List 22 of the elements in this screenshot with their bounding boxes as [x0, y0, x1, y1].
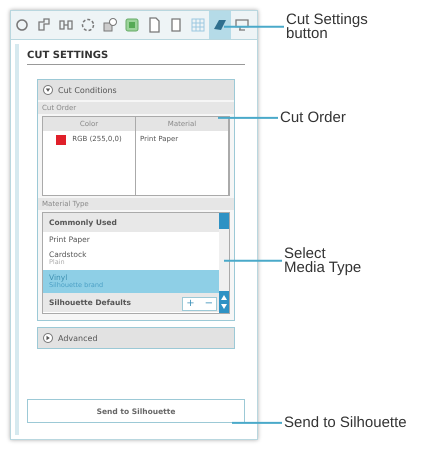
section-title: Advanced	[58, 334, 98, 342]
callout-label: Send to Silhouette	[283, 416, 407, 430]
leader-line	[218, 117, 278, 119]
filled-square-icon	[123, 16, 141, 34]
callout-label: Select Media Type	[283, 246, 362, 276]
collapse-icon[interactable]	[43, 85, 53, 95]
callout-label: Cut Order	[279, 110, 346, 126]
shapes-icon	[101, 16, 119, 34]
cut-settings-button[interactable]	[209, 11, 231, 39]
scrollbar[interactable]	[219, 213, 229, 291]
panel-title: CUT SETTINGS	[27, 50, 245, 65]
section-title: Cut Conditions	[58, 86, 117, 94]
expand-icon[interactable]	[43, 333, 53, 343]
dashed-circle-icon	[79, 16, 97, 34]
up-down-arrows-icon[interactable]	[219, 291, 229, 313]
leader-line	[224, 260, 282, 262]
grid-icon	[189, 16, 207, 34]
remove-button[interactable]: −	[202, 298, 216, 310]
add-button[interactable]: +	[183, 298, 198, 310]
callout-label: Cut Settings button	[285, 12, 368, 42]
leader-line	[224, 26, 284, 28]
leader-line	[232, 422, 282, 424]
